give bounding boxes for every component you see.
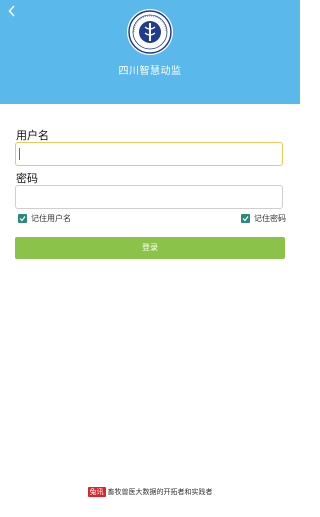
app-logo bbox=[127, 9, 173, 55]
app-title: 四川智慧动监 bbox=[118, 66, 182, 77]
checkmark-icon bbox=[19, 216, 26, 222]
password-label: 密码 bbox=[16, 172, 38, 185]
header: 四川智慧动监 bbox=[0, 0, 300, 104]
username-label: 用户名 bbox=[16, 129, 49, 142]
brand-badge: 兔讯 bbox=[87, 487, 106, 497]
chevron-left-icon bbox=[8, 5, 15, 17]
remember-password-toggle[interactable]: 记住密码 bbox=[241, 213, 286, 224]
username-input[interactable] bbox=[15, 142, 283, 166]
remember-username-toggle[interactable]: 记住用户名 bbox=[18, 213, 71, 224]
footer: 兔讯 畜牧兽医大数据的开拓者和实践者 bbox=[0, 487, 300, 497]
text-caret bbox=[19, 148, 20, 160]
organization-seal-logo bbox=[128, 10, 172, 54]
login-button[interactable]: 登录 bbox=[15, 237, 285, 259]
password-input[interactable] bbox=[15, 185, 283, 209]
remember-password-checkbox[interactable] bbox=[241, 214, 250, 223]
remember-password-label: 记住密码 bbox=[254, 214, 286, 223]
footer-slogan: 畜牧兽医大数据的开拓者和实践者 bbox=[107, 488, 213, 496]
remember-username-checkbox[interactable] bbox=[18, 214, 27, 223]
checkmark-icon bbox=[242, 216, 249, 222]
back-button[interactable] bbox=[4, 3, 20, 19]
remember-username-label: 记住用户名 bbox=[31, 214, 71, 223]
